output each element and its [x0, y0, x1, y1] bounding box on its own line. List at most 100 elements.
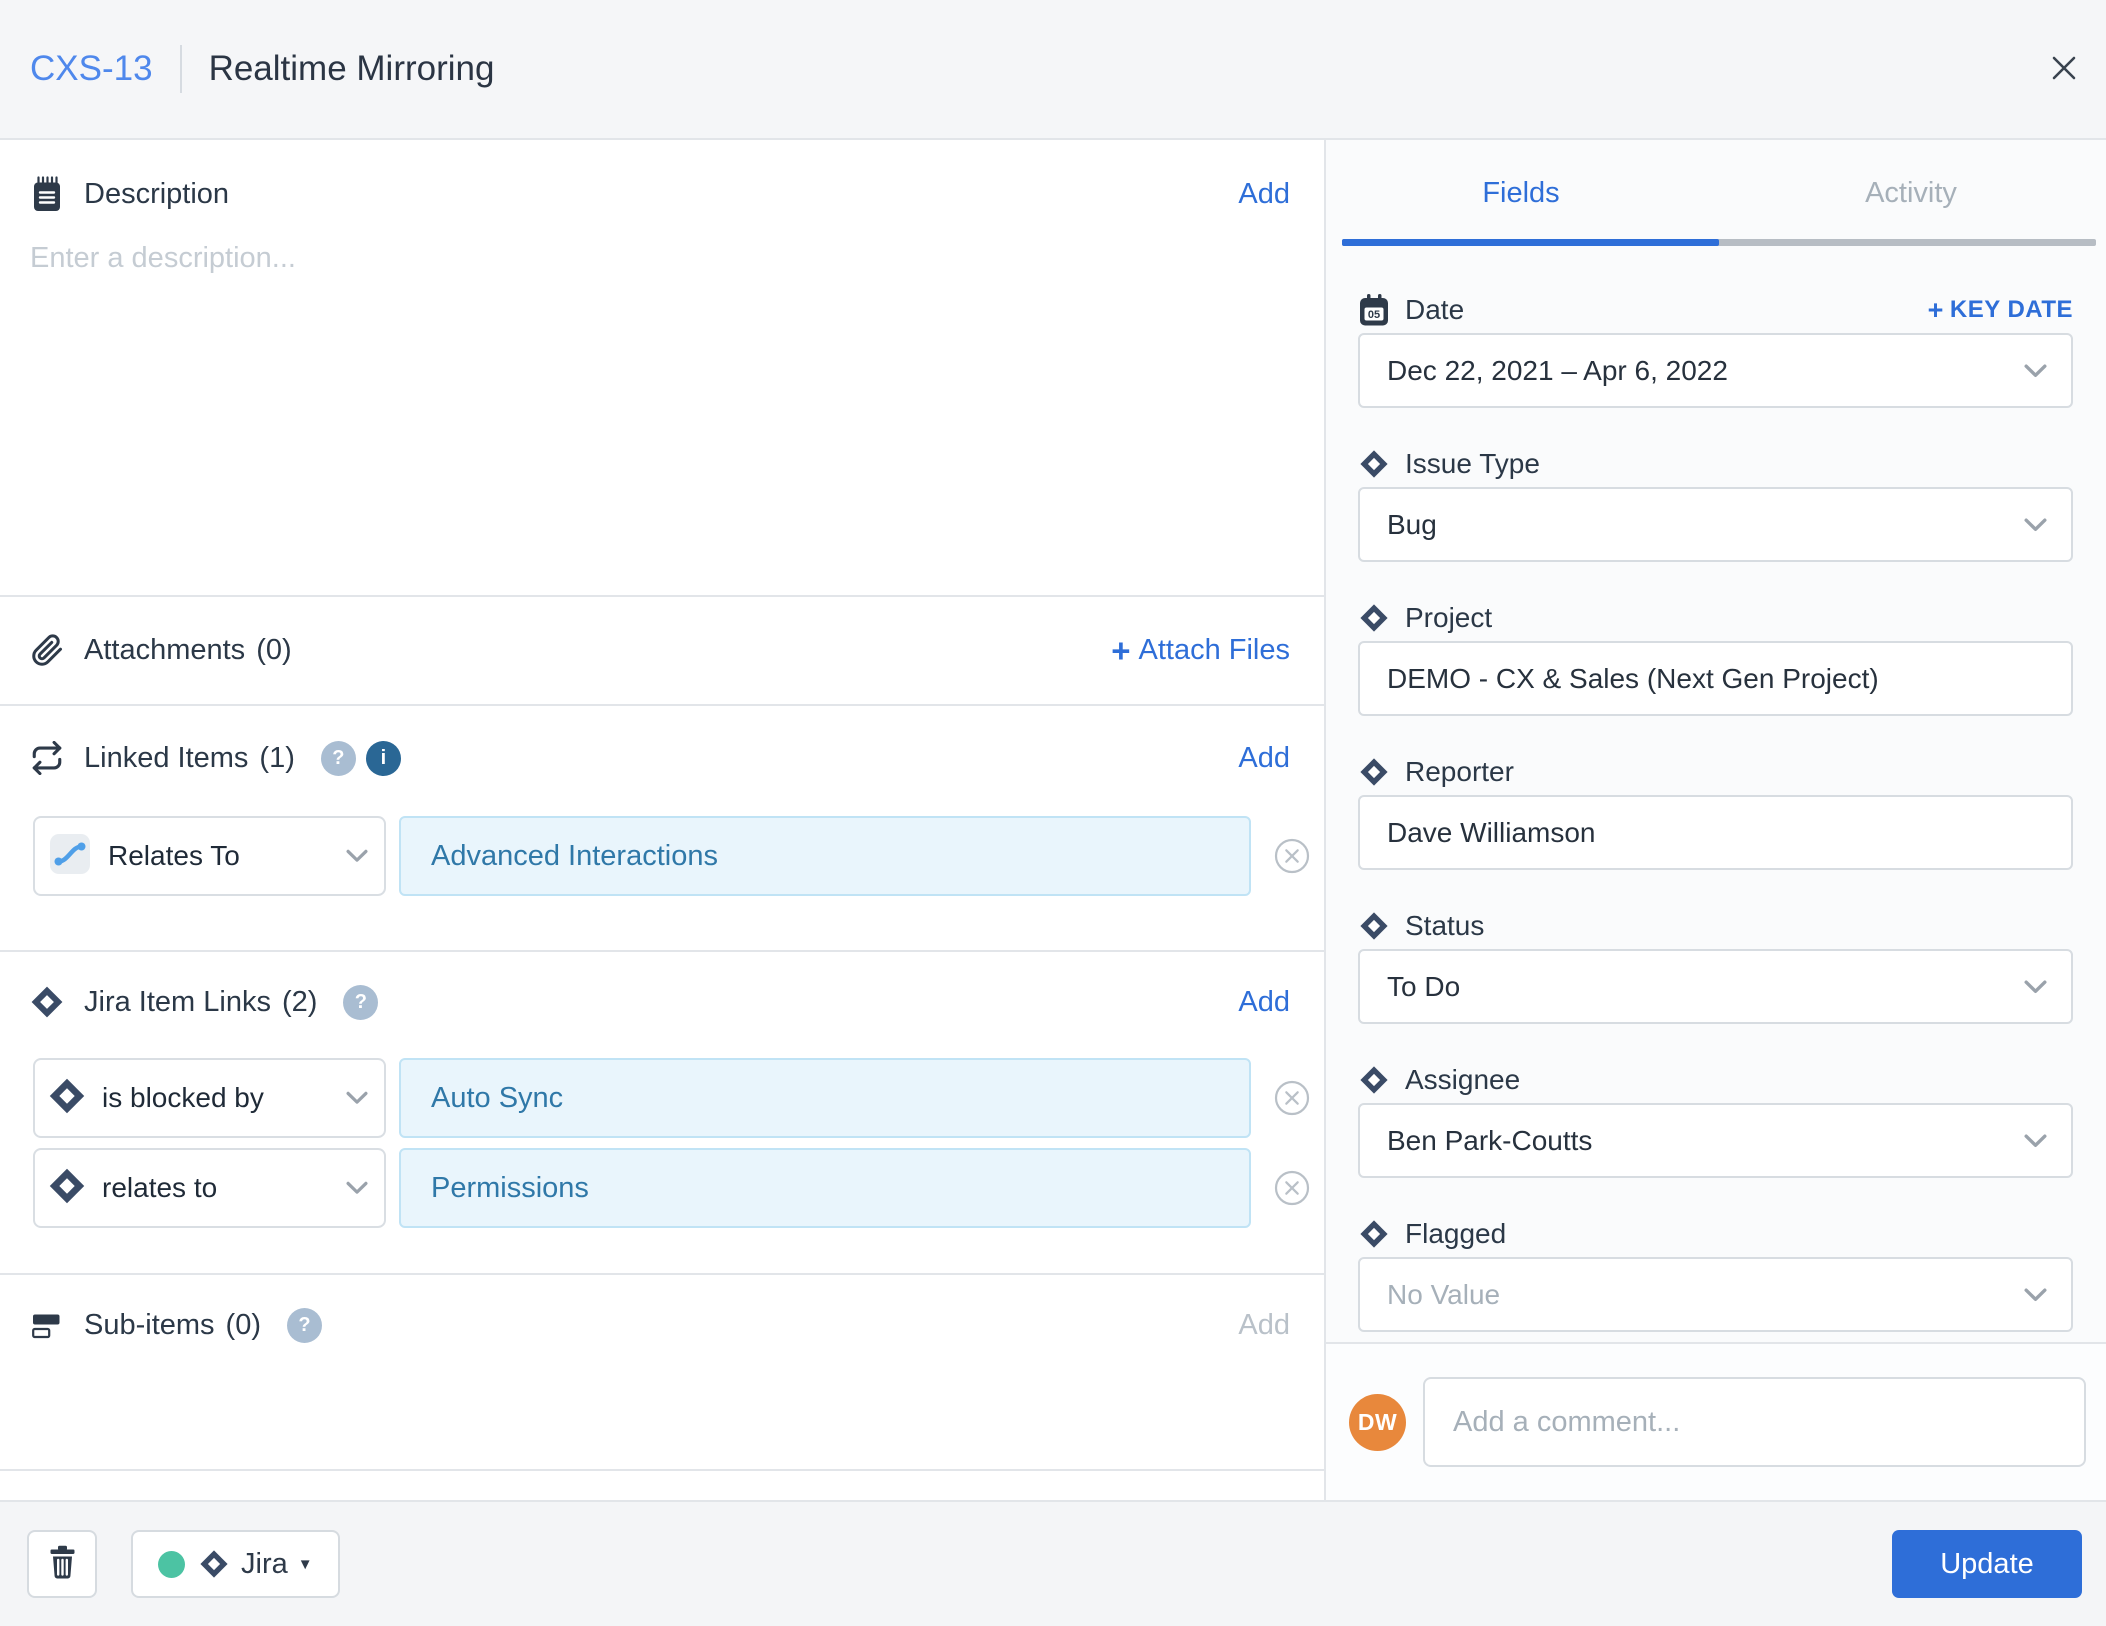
jira-diamond-icon: [1358, 1219, 1390, 1249]
modal-header: CXS-13 Realtime Mirroring: [0, 0, 2106, 140]
delete-button[interactable]: [27, 1530, 97, 1598]
linked-item-row: Relates To Advanced Interactions: [33, 816, 1311, 896]
tab-underline-active: [1342, 239, 1719, 246]
field-flagged: Flagged No Value: [1358, 1219, 2073, 1332]
avatar: DW: [1349, 1394, 1406, 1451]
description-notepad-icon: [28, 176, 66, 213]
sub-items-add-button: Add: [1238, 1309, 1290, 1342]
jira-relation-select[interactable]: relates to: [33, 1148, 386, 1228]
help-icon[interactable]: ?: [321, 741, 356, 776]
jira-link-row: is blocked by Auto Sync: [33, 1058, 1311, 1138]
jira-diamond-icon: [48, 1167, 86, 1210]
plus-icon: +: [1111, 634, 1130, 667]
assignee-label: Assignee: [1405, 1064, 1520, 1096]
jira-links-add-button[interactable]: Add: [1238, 986, 1290, 1019]
chevron-down-icon: [2024, 518, 2047, 532]
jira-diamond-icon: [1358, 603, 1390, 633]
jira-link-row: relates to Permissions: [33, 1148, 1311, 1228]
status-label: Status: [1405, 910, 1484, 942]
issue-type-label: Issue Type: [1405, 448, 1540, 480]
project-value: DEMO - CX & Sales (Next Gen Project): [1387, 663, 2047, 695]
field-issue-type: Issue Type Bug: [1358, 449, 2073, 562]
help-icon[interactable]: ?: [287, 1308, 322, 1343]
chevron-down-icon: [2024, 1288, 2047, 1302]
attach-files-button[interactable]: + Attach Files: [1111, 634, 1290, 667]
comment-section: DW: [1326, 1342, 2106, 1500]
sub-items-title: Sub-items: [84, 1309, 215, 1342]
remove-jira-link-button[interactable]: [1273, 1079, 1311, 1117]
header-separator: [180, 45, 182, 93]
issue-key[interactable]: CXS-13: [30, 49, 153, 89]
update-button[interactable]: Update: [1892, 1530, 2082, 1598]
tab-fields[interactable]: Fields: [1326, 140, 1716, 246]
chevron-down-icon: [346, 849, 368, 863]
svg-text:05: 05: [1368, 308, 1380, 320]
key-date-label: KEY DATE: [1950, 296, 2073, 324]
issue-title[interactable]: Realtime Mirroring: [209, 49, 495, 89]
jira-link-name: Auto Sync: [431, 1082, 563, 1115]
calendar-icon: 05: [1358, 293, 1390, 328]
linked-item-name: Advanced Interactions: [431, 840, 718, 873]
sub-items-count: (0): [226, 1309, 261, 1342]
description-add-button[interactable]: Add: [1238, 178, 1290, 211]
jira-link-chip[interactable]: Permissions: [399, 1148, 1251, 1228]
status-select[interactable]: To Do: [1358, 949, 2073, 1024]
issue-type-value: Bug: [1387, 509, 2012, 541]
jira-relation-select[interactable]: is blocked by: [33, 1058, 386, 1138]
issue-detail-modal: CXS-13 Realtime Mirroring Description Ad: [0, 0, 2106, 1626]
sub-items-icon: [28, 1312, 66, 1339]
footer-bar: Jira ▼ Update: [0, 1500, 2106, 1626]
avatar-initials: DW: [1358, 1409, 1397, 1436]
linked-items-title: Linked Items: [84, 742, 248, 775]
linked-items-add-button[interactable]: Add: [1238, 742, 1290, 775]
chevron-down-icon: [2024, 1134, 2047, 1148]
relation-select[interactable]: Relates To: [33, 816, 386, 896]
plus-icon: +: [1928, 297, 1944, 324]
tab-underline: [1342, 239, 2096, 246]
jira-integration-dropdown[interactable]: Jira ▼: [131, 1530, 340, 1598]
jira-diamond-icon: [1358, 757, 1390, 787]
relation-label: is blocked by: [102, 1082, 264, 1114]
date-label: Date: [1405, 294, 1464, 326]
jira-logo-icon: [199, 1549, 229, 1579]
chevron-down-icon: [346, 1181, 368, 1195]
issue-type-select[interactable]: Bug: [1358, 487, 2073, 562]
field-status: Status To Do: [1358, 911, 2073, 1024]
description-section: Description Add Enter a description...: [0, 172, 1324, 597]
attachments-count: (0): [256, 634, 291, 667]
attach-files-label: Attach Files: [1139, 634, 1291, 667]
project-field: DEMO - CX & Sales (Next Gen Project): [1358, 641, 2073, 716]
assignee-select[interactable]: Ben Park-Coutts: [1358, 1103, 2073, 1178]
add-key-date-button[interactable]: + KEY DATE: [1928, 296, 2073, 324]
remove-linked-item-button[interactable]: [1273, 837, 1311, 875]
help-icon[interactable]: ?: [343, 985, 378, 1020]
comment-input[interactable]: [1423, 1377, 2086, 1467]
panel-tabs: Fields Activity: [1326, 140, 2106, 246]
fields-list: 05 Date + KEY DATE Dec 22, 2021 – Apr 6,…: [1326, 295, 2106, 1332]
issue-side-panel: Fields Activity 05 Date: [1324, 140, 2106, 1500]
relation-curve-icon: [48, 832, 92, 881]
close-button[interactable]: [2047, 51, 2081, 88]
reporter-value: Dave Williamson: [1387, 817, 2047, 849]
info-icon[interactable]: i: [366, 741, 401, 776]
attachments-section: Attachments (0) + Attach Files: [0, 597, 1324, 706]
jira-item-links-count: (2): [282, 986, 317, 1019]
jira-item-links-section: Jira Item Links (2) ? Add is blocked by: [0, 980, 1324, 1275]
field-assignee: Assignee Ben Park-Coutts: [1358, 1065, 2073, 1178]
tab-activity[interactable]: Activity: [1716, 140, 2106, 246]
linked-item-chip[interactable]: Advanced Interactions: [399, 816, 1251, 896]
description-input[interactable]: Enter a description...: [30, 242, 1290, 275]
jira-link-chip[interactable]: Auto Sync: [399, 1058, 1251, 1138]
field-project: Project DEMO - CX & Sales (Next Gen Proj…: [1358, 603, 2073, 716]
date-select[interactable]: Dec 22, 2021 – Apr 6, 2022: [1358, 333, 2073, 408]
assignee-value: Ben Park-Coutts: [1387, 1125, 2012, 1157]
remove-jira-link-button[interactable]: [1273, 1169, 1311, 1207]
linked-items-section: Linked Items (1) ? i Add Re: [0, 736, 1324, 952]
caret-down-icon: ▼: [298, 1556, 313, 1573]
jira-label: Jira: [241, 1548, 288, 1581]
linked-items-icon: [28, 741, 66, 775]
project-label: Project: [1405, 602, 1492, 634]
jira-diamond-icon: [48, 1077, 86, 1120]
description-title: Description: [84, 178, 229, 211]
flagged-select[interactable]: No Value: [1358, 1257, 2073, 1332]
